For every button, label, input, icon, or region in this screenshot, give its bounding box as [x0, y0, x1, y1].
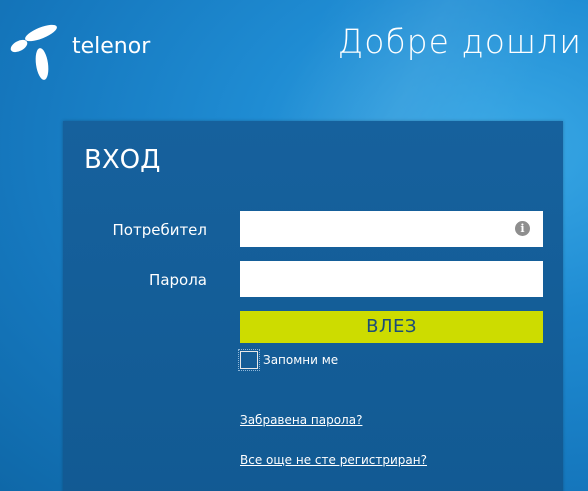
telenor-logo-icon — [10, 24, 57, 80]
login-button[interactable]: ВЛЕЗ — [240, 311, 543, 343]
telenor-logo[interactable]: telenor — [6, 22, 150, 84]
remember-me-checkbox[interactable] — [238, 349, 260, 371]
password-label: Парола — [149, 271, 207, 289]
logo-text: telenor — [72, 34, 151, 59]
register-link[interactable]: Все още не сте регистриран? — [240, 453, 427, 467]
forgot-password-link[interactable]: Забравена парола? — [240, 413, 362, 427]
login-panel: ВХОД Потребител i Парола ВЛЕЗ Запомни ме… — [63, 121, 563, 491]
remember-me-label[interactable]: Запомни ме — [263, 353, 338, 367]
info-icon[interactable]: i — [515, 221, 530, 236]
password-input[interactable] — [240, 261, 543, 297]
welcome-heading: Добре дошли — [337, 22, 582, 61]
username-label: Потребител — [112, 221, 208, 239]
login-title: ВХОД — [84, 145, 161, 175]
username-input[interactable] — [240, 211, 543, 247]
